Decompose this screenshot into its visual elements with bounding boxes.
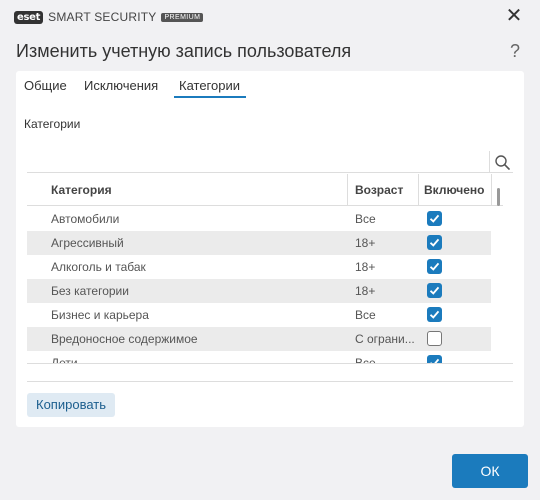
table-row[interactable]: Без категории 18+ (27, 279, 491, 303)
tab-bar: Общие Исключения Категории (16, 71, 524, 99)
eset-logo: eset SMART SECURITY PREMIUM (14, 10, 204, 24)
scrollbar-thumb[interactable] (497, 188, 500, 206)
table-row[interactable]: Агрессивный 18+ (27, 231, 491, 255)
enabled-checkbox[interactable] (427, 211, 442, 226)
age-cell: 18+ (355, 284, 376, 298)
enabled-checkbox[interactable] (427, 355, 442, 363)
title-bar: eset SMART SECURITY PREMIUM ✕ (0, 0, 540, 34)
categories-table: Категория Возраст Включено Автомобили Вс… (27, 174, 513, 364)
table-row[interactable]: Вредоносное содержимое С ограни... (27, 327, 491, 351)
logo-badge: eset (14, 10, 44, 24)
column-header-category[interactable]: Категория (51, 183, 112, 197)
vertical-scrollbar[interactable] (497, 180, 501, 363)
table-body: Автомобили Все Агрессивный 18+ Алкоголь … (27, 207, 491, 364)
column-divider[interactable] (418, 174, 419, 206)
page-title: Изменить учетную запись пользователя (16, 41, 352, 61)
table-row[interactable]: Бизнес и карьера Все (27, 303, 491, 327)
age-cell: 18+ (355, 260, 376, 274)
tab-exclusions[interactable]: Исключения (84, 78, 158, 98)
category-cell: Алкоголь и табак (51, 260, 146, 274)
edition-badge: PREMIUM (161, 12, 204, 22)
enabled-checkbox[interactable] (427, 331, 442, 346)
age-cell: Все (355, 212, 376, 226)
category-cell: Без категории (51, 284, 129, 298)
table-header: Категория Возраст Включено (27, 174, 503, 206)
copy-button[interactable]: Копировать (27, 393, 115, 417)
category-cell: Дети (51, 356, 78, 364)
category-cell: Вредоносное содержимое (51, 332, 198, 346)
help-icon[interactable]: ? (510, 41, 520, 62)
column-header-age[interactable]: Возраст (355, 183, 403, 197)
ok-button[interactable]: ОК (452, 454, 528, 488)
enabled-checkbox[interactable] (427, 307, 442, 322)
table-row[interactable]: Дети Все (27, 351, 491, 364)
category-cell: Автомобили (51, 212, 120, 226)
column-divider[interactable] (491, 174, 492, 206)
enabled-checkbox[interactable] (427, 283, 442, 298)
search-icon[interactable] (489, 151, 513, 173)
age-cell: С ограни... (355, 332, 415, 346)
settings-panel: Общие Исключения Категории Категории Кат… (16, 71, 524, 427)
category-cell: Бизнес и карьера (51, 308, 149, 322)
column-header-enabled[interactable]: Включено (424, 183, 484, 197)
age-cell: Все (355, 356, 376, 364)
divider (27, 381, 513, 382)
enabled-checkbox[interactable] (427, 259, 442, 274)
age-cell: 18+ (355, 236, 376, 250)
search-input[interactable] (27, 151, 489, 173)
close-icon[interactable]: ✕ (502, 5, 526, 29)
tab-categories[interactable]: Категории (174, 78, 246, 98)
product-name: SMART SECURITY (48, 10, 157, 24)
enabled-checkbox[interactable] (427, 235, 442, 250)
age-cell: Все (355, 308, 376, 322)
tab-general[interactable]: Общие (24, 78, 67, 98)
search-bar (27, 151, 513, 173)
category-cell: Агрессивный (51, 236, 124, 250)
section-label: Категории (24, 117, 81, 131)
table-row[interactable]: Алкоголь и табак 18+ (27, 255, 491, 279)
column-divider[interactable] (347, 174, 348, 206)
table-row[interactable]: Автомобили Все (27, 207, 491, 231)
